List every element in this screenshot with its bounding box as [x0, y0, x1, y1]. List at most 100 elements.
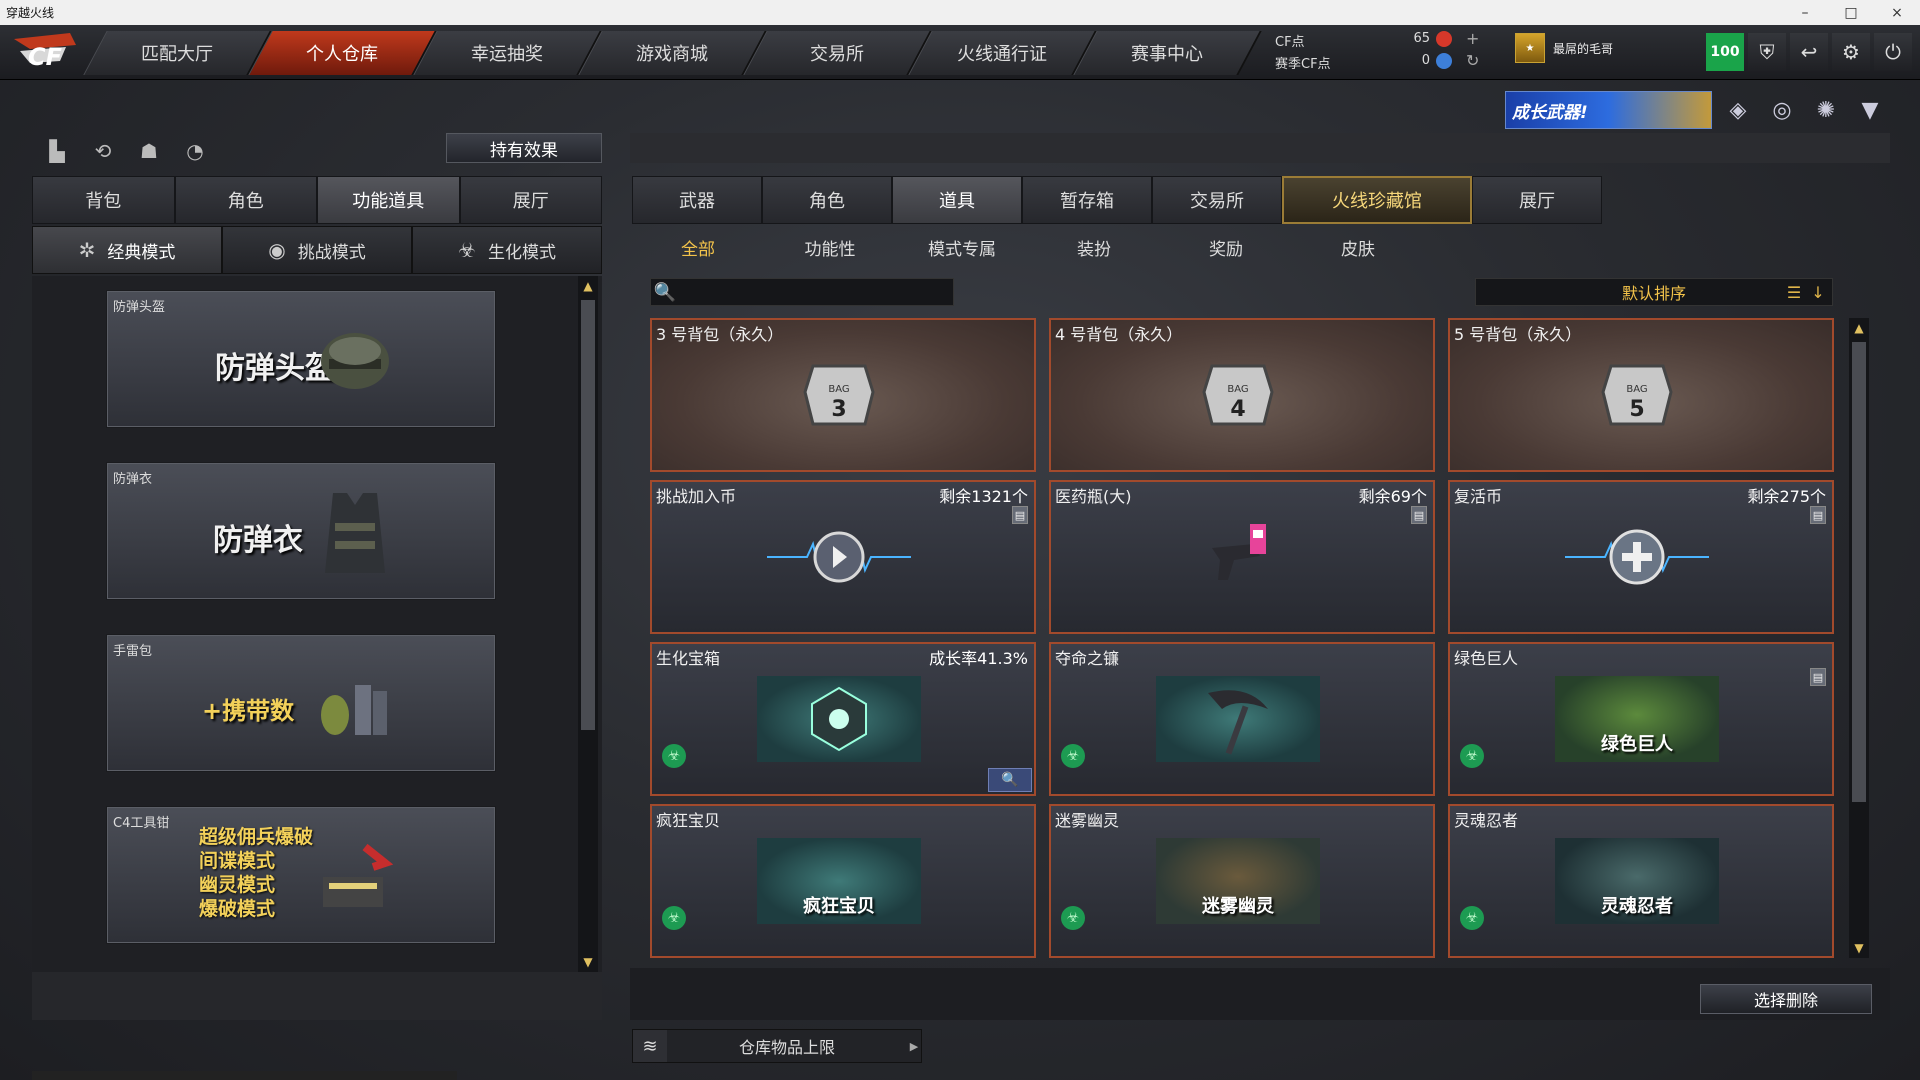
right-tab-weapons[interactable]: 武器: [632, 176, 762, 224]
left-tab-showroom[interactable]: 展厅: [459, 176, 602, 224]
left-tab-character[interactable]: 角色: [174, 176, 317, 224]
scroll-up-icon[interactable]: ▲: [578, 276, 598, 296]
nav-tab-personal-warehouse[interactable]: 个人仓库: [248, 31, 437, 75]
mode-tab-biochemical[interactable]: ☣ 生化模式: [412, 226, 602, 274]
green-giant-image: 绿色巨人: [1555, 676, 1719, 762]
right-tab-items[interactable]: 道具: [892, 176, 1022, 224]
subtab-functional[interactable]: 功能性: [764, 226, 896, 268]
vip-level-badge[interactable]: 100: [1706, 33, 1744, 71]
equip-slot-grenade-pack[interactable]: 手雷包 +携带数: [106, 634, 496, 772]
delete-icon[interactable]: ▤: [1810, 506, 1826, 524]
growth-weapon-banner[interactable]: 成长武器!: [1505, 91, 1712, 129]
shield-icon[interactable]: ⛨: [1748, 33, 1786, 71]
delete-icon[interactable]: ▤: [1810, 668, 1826, 686]
item-quantity: 剩余275个: [1747, 487, 1826, 506]
equip-slot-helmet[interactable]: 防弹头盔 防弹头盔: [106, 290, 496, 428]
gear-icon[interactable]: ⚙: [1832, 33, 1870, 71]
nav-tab-game-store[interactable]: 游戏商城: [578, 31, 767, 75]
character-icon[interactable]: ☗: [132, 134, 166, 168]
equip-slot-c4-tool[interactable]: C4工具钳 超级佣兵爆破 间谍模式 幽灵模式 爆破模式: [106, 806, 496, 944]
item-card-revive-coin[interactable]: 复活币 剩余275个 ▤: [1448, 480, 1834, 634]
left-tab-backpack[interactable]: 背包: [32, 176, 175, 224]
svg-text:3: 3: [831, 397, 846, 422]
crazy-baby-image: 疯狂宝贝: [757, 838, 921, 924]
holding-effects-button[interactable]: 持有效果: [446, 133, 602, 163]
search-input[interactable]: [679, 280, 953, 304]
svg-text:CF: CF: [28, 43, 63, 71]
item-card-crazy-baby[interactable]: 疯狂宝贝 疯狂宝贝 ☣: [650, 804, 1036, 958]
nav-tab-match-hall[interactable]: 匹配大厅: [83, 31, 272, 75]
window-titlebar: 穿越火线 – □ ×: [0, 0, 1920, 25]
right-scrollbar-thumb[interactable]: [1852, 342, 1866, 802]
mode-tab-classic[interactable]: ✲ 经典模式: [32, 226, 222, 274]
mode-tab-challenge[interactable]: ◉ 挑战模式: [222, 226, 412, 274]
cf-logo[interactable]: CF: [10, 31, 82, 75]
item-card-bag-4[interactable]: 4 号背包（永久） BAG 4: [1049, 318, 1435, 472]
right-tab-exchange[interactable]: 交易所: [1152, 176, 1282, 224]
select-delete-button[interactable]: 选择删除: [1700, 984, 1872, 1014]
chevron-right-icon[interactable]: ▶: [907, 1040, 921, 1053]
scythe-icon: [1208, 690, 1268, 755]
right-tab-character[interactable]: 角色: [762, 176, 892, 224]
item-quantity: 剩余1321个: [939, 487, 1028, 506]
bag-icon[interactable]: ◔: [178, 134, 212, 168]
star-icon: ✲: [78, 238, 96, 262]
subtab-reward[interactable]: 奖励: [1160, 226, 1292, 268]
nav-tab-event-center[interactable]: 赛事中心: [1073, 31, 1262, 75]
sort-dropdown[interactable]: 默认排序 ☰ ↓: [1475, 278, 1833, 306]
minimize-button[interactable]: –: [1782, 0, 1828, 25]
user-info[interactable]: ★ 最屌的毛哥: [1515, 33, 1613, 63]
equipment-list: 防弹头盔 防弹头盔 防弹衣 防弹衣 手雷包 +携带数 C4工具钳 超级佣兵爆破 …: [32, 276, 602, 972]
svg-text:BAG: BAG: [1626, 384, 1647, 395]
search-icon[interactable]: 🔍: [651, 282, 679, 303]
warehouse-capacity-bar[interactable]: ≋ 仓库物品上限 ▶: [632, 1029, 922, 1063]
podium-icon[interactable]: ▙: [40, 134, 74, 168]
return-icon[interactable]: ↩: [1790, 33, 1828, 71]
history-icon[interactable]: ⟲: [86, 134, 120, 168]
item-card-medkit-large[interactable]: 医药瓶(大) 剩余69个 ▤: [1049, 480, 1435, 634]
scroll-up-icon[interactable]: ▲: [1849, 318, 1869, 338]
svg-text:BAG: BAG: [1227, 384, 1248, 395]
right-tab-showroom[interactable]: 展厅: [1472, 176, 1602, 224]
nav-tab-lucky-draw[interactable]: 幸运抽奖: [413, 31, 602, 75]
badge-v-icon[interactable]: ◈: [1722, 94, 1754, 126]
scroll-down-icon[interactable]: ▼: [1849, 938, 1869, 958]
list-view-icon[interactable]: ☰: [1784, 281, 1804, 303]
globe-icon[interactable]: ◎: [1766, 94, 1798, 126]
item-quantity: 剩余69个: [1358, 487, 1427, 506]
nav-tab-battle-pass[interactable]: 火线通行证: [908, 31, 1097, 75]
left-scrollbar-thumb[interactable]: [581, 300, 595, 730]
svg-text:4: 4: [1230, 397, 1245, 422]
item-card-bag-3[interactable]: 3 号背包（永久） BAG 3: [650, 318, 1036, 472]
bio-badge-icon[interactable]: ✺: [1810, 94, 1842, 126]
right-scrollbar[interactable]: ▲ ▼: [1849, 318, 1869, 958]
plus-icon[interactable]: +: [1466, 31, 1479, 50]
item-card-scythe[interactable]: 夺命之镰 ☣: [1049, 642, 1435, 796]
right-tab-collection[interactable]: 火线珍藏馆: [1282, 176, 1472, 224]
close-button[interactable]: ×: [1874, 0, 1920, 25]
subtab-cosmetic[interactable]: 装扮: [1028, 226, 1160, 268]
subtab-skin[interactable]: 皮肤: [1292, 226, 1424, 268]
power-icon[interactable]: ⏻: [1874, 33, 1912, 71]
delete-icon[interactable]: ▤: [1411, 506, 1427, 524]
item-card-soul-ninja[interactable]: 灵魂忍者 灵魂忍者 ☣: [1448, 804, 1834, 958]
right-tab-storage[interactable]: 暂存箱: [1022, 176, 1152, 224]
delete-icon[interactable]: ▤: [1012, 506, 1028, 524]
subtab-all[interactable]: 全部: [632, 226, 764, 268]
scroll-down-icon[interactable]: ▼: [578, 952, 598, 972]
item-card-challenge-coin[interactable]: 挑战加入币 剩余1321个 ▤: [650, 480, 1036, 634]
item-card-bag-5[interactable]: 5 号背包（永久） BAG 5: [1448, 318, 1834, 472]
left-scrollbar[interactable]: ▲ ▼: [578, 276, 598, 972]
item-card-mist-ghost[interactable]: 迷雾幽灵 迷雾幽灵 ☣: [1049, 804, 1435, 958]
left-tab-function-items[interactable]: 功能道具: [317, 176, 460, 224]
item-card-green-giant[interactable]: 绿色巨人 ▤ 绿色巨人 ☣: [1448, 642, 1834, 796]
item-card-bio-chest[interactable]: 生化宝箱 成长率41.3% ☣ 🔍: [650, 642, 1036, 796]
subtab-mode-exclusive[interactable]: 模式专属: [896, 226, 1028, 268]
wing-icon[interactable]: ▼: [1854, 94, 1886, 126]
refresh-icon[interactable]: ↻: [1466, 53, 1479, 72]
sort-down-icon[interactable]: ↓: [1808, 281, 1828, 303]
preview-zoom-button[interactable]: 🔍: [988, 768, 1032, 792]
equip-slot-vest[interactable]: 防弹衣 防弹衣: [106, 462, 496, 600]
maximize-button[interactable]: □: [1828, 0, 1874, 25]
nav-tab-exchange[interactable]: 交易所: [743, 31, 932, 75]
